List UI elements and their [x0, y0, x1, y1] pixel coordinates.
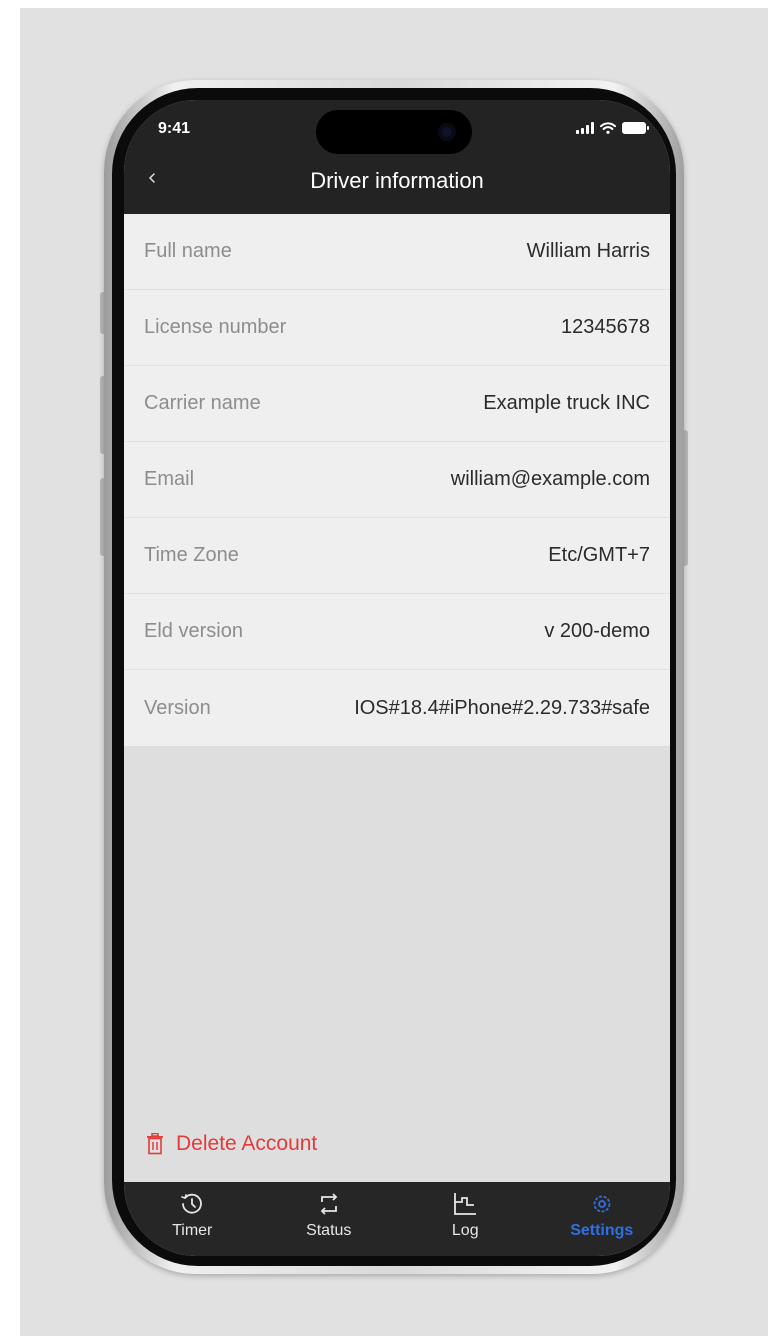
info-label: Full name	[144, 240, 232, 262]
phone-screen: 9:41 Driver information Full name Willia…	[124, 100, 670, 1256]
camera-icon	[438, 123, 456, 141]
app-header: 9:41 Driver information	[124, 100, 670, 214]
info-label: Carrier name	[144, 392, 261, 414]
log-chart-icon	[454, 1193, 477, 1215]
signal-icon	[576, 122, 594, 134]
trash-icon	[147, 1133, 163, 1155]
status-icons	[576, 122, 649, 134]
info-value: Etc/GMT+7	[548, 544, 650, 566]
info-label: License number	[144, 316, 287, 338]
info-value: IOS#18.4#iPhone#2.29.733#safe	[354, 696, 650, 719]
canvas: 9:41 Driver information Full name Willia…	[0, 0, 770, 1336]
info-row-license-number: License number 12345678	[124, 290, 670, 366]
info-value: v 200-demo	[544, 620, 650, 642]
dynamic-island	[316, 110, 472, 154]
switch-icon	[320, 1193, 338, 1215]
driver-info-list: Full name William Harris License number …	[124, 214, 670, 746]
info-row-full-name: Full name William Harris	[124, 214, 670, 290]
info-row-carrier-name: Carrier name Example truck INC	[124, 366, 670, 442]
info-label: Version	[144, 696, 211, 719]
tab-settings[interactable]: Settings	[534, 1182, 671, 1256]
tab-log[interactable]: Log	[397, 1182, 534, 1256]
delete-account-button[interactable]: Delete Account	[146, 1132, 317, 1156]
info-value: william@example.com	[450, 468, 650, 490]
info-value: 12345678	[561, 316, 650, 338]
info-row-email: Email william@example.com	[124, 442, 670, 518]
info-row-eld-version: Eld version v 200-demo	[124, 594, 670, 670]
tab-label: Timer	[172, 1222, 213, 1239]
wifi-icon	[600, 122, 616, 134]
battery-icon	[622, 122, 649, 134]
tab-timer[interactable]: Timer	[124, 1182, 261, 1256]
info-row-version: Version IOS#18.4#iPhone#2.29.733#safe	[124, 670, 670, 746]
delete-account-label: Delete Account	[176, 1132, 318, 1155]
tab-label: Log	[451, 1222, 479, 1239]
tab-label: Status	[306, 1222, 352, 1239]
tab-label: Settings	[570, 1222, 634, 1239]
timer-icon	[181, 1193, 203, 1214]
info-value: Example truck INC	[483, 392, 650, 414]
info-label: Email	[144, 468, 195, 490]
info-row-time-zone: Time Zone Etc/GMT+7	[124, 518, 670, 594]
tab-status[interactable]: Status	[261, 1182, 398, 1256]
gear-icon	[593, 1195, 611, 1213]
page-title: Driver information	[310, 168, 484, 193]
tab-bar: Timer Status Log Settings	[124, 1182, 670, 1256]
info-label: Eld version	[144, 620, 243, 642]
info-value: William Harris	[526, 240, 650, 262]
status-time: 9:41	[158, 120, 191, 137]
info-label: Time Zone	[144, 544, 239, 566]
